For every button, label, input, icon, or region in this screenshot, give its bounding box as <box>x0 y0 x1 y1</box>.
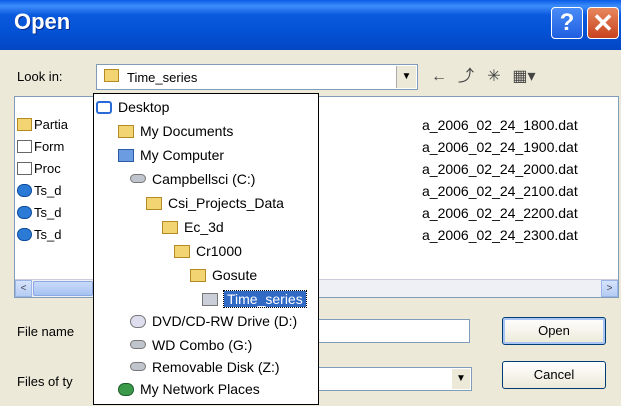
title-bar[interactable]: Open ? ✕ <box>0 0 621 50</box>
chevron-down-icon[interactable]: ▼ <box>452 369 470 389</box>
list-item[interactable]: Ts_d <box>17 181 61 201</box>
list-item[interactable]: Ts_d <box>17 225 61 245</box>
folder-icon <box>174 245 190 258</box>
folder-icon <box>202 293 218 306</box>
hard-drive-icon <box>130 340 146 349</box>
back-icon[interactable]: ← <box>428 66 450 88</box>
list-item[interactable]: Partia <box>17 115 68 135</box>
dropdown-item-csi-projects-data[interactable]: Csi_Projects_Data <box>146 192 284 214</box>
dropdown-item-gosute[interactable]: Gosute <box>190 264 257 286</box>
look-in-combo[interactable]: Time_series ▼ <box>96 64 418 90</box>
open-button[interactable]: Open <box>502 317 606 345</box>
open-dialog: Open ? ✕ Look in: Time_series ▼ ← ⤴ ✳ ▦▾… <box>0 0 621 406</box>
new-folder-icon[interactable]: ✳ <box>483 66 505 88</box>
folder-icon <box>17 118 32 131</box>
list-item[interactable]: a_2006_02_24_2300.dat <box>422 225 578 245</box>
dialog-title: Open <box>14 9 71 34</box>
list-item[interactable]: a_2006_02_24_2000.dat <box>422 159 578 179</box>
dropdown-item-my-documents[interactable]: My Documents <box>118 120 233 142</box>
dropdown-item-time-series[interactable]: Time_series <box>202 288 307 310</box>
chevron-down-icon[interactable]: ▼ <box>396 66 416 88</box>
look-in-label: Look in: <box>17 69 63 84</box>
dropdown-item-desktop[interactable]: Desktop <box>96 96 169 118</box>
list-item[interactable]: a_2006_02_24_2200.dat <box>422 203 578 223</box>
look-in-dropdown[interactable]: Desktop My Documents My Computer Campbel… <box>93 93 319 405</box>
dropdown-item-my-computer[interactable]: My Computer <box>118 144 224 166</box>
folder-icon <box>162 221 178 234</box>
file-type-combo[interactable]: ▼ <box>300 367 472 391</box>
scroll-left-button[interactable]: < <box>15 280 32 297</box>
dropdown-item-network-places[interactable]: My Network Places <box>118 378 260 400</box>
close-button[interactable]: ✕ <box>587 7 619 39</box>
file-name-input[interactable] <box>300 319 470 343</box>
cancel-button[interactable]: Cancel <box>502 361 606 389</box>
document-icon <box>17 140 32 153</box>
my-documents-icon <box>118 125 134 138</box>
file-name-label: File name <box>17 324 75 339</box>
removable-disk-icon <box>130 362 146 371</box>
app-icon <box>17 206 32 219</box>
dropdown-item-removable-disk[interactable]: Removable Disk (Z:) <box>130 356 280 378</box>
app-icon <box>17 184 32 197</box>
dropdown-item-dvd-drive[interactable]: DVD/CD-RW Drive (D:) <box>130 310 297 332</box>
dropdown-item-ec-3d[interactable]: Ec_3d <box>162 216 224 238</box>
dropdown-item-wd-combo[interactable]: WD Combo (G:) <box>130 334 252 356</box>
list-item[interactable]: Form <box>17 137 64 157</box>
network-places-icon <box>118 383 134 396</box>
list-item[interactable]: a_2006_02_24_1800.dat <box>422 115 578 135</box>
list-item[interactable]: a_2006_02_24_2100.dat <box>422 181 578 201</box>
my-computer-icon <box>118 149 134 162</box>
list-item[interactable]: Ts_d <box>17 203 61 223</box>
document-icon <box>17 162 32 175</box>
desktop-icon <box>96 101 112 114</box>
folder-icon <box>104 69 119 82</box>
hard-drive-icon <box>130 174 146 183</box>
folder-icon <box>190 269 206 282</box>
view-menu-icon[interactable]: ▦▾ <box>511 66 537 88</box>
folder-icon <box>146 197 162 210</box>
look-in-value: Time_series <box>127 70 198 85</box>
list-item[interactable]: Proc <box>17 159 61 179</box>
help-button[interactable]: ? <box>551 7 583 39</box>
app-icon <box>17 228 32 241</box>
file-type-label: Files of ty <box>17 374 73 389</box>
list-item[interactable]: a_2006_02_24_1900.dat <box>422 137 578 157</box>
dvd-drive-icon <box>130 315 146 328</box>
dropdown-item-campbellsci[interactable]: Campbellsci (C:) <box>130 168 255 190</box>
dropdown-item-cr1000[interactable]: Cr1000 <box>174 240 242 262</box>
scroll-right-button[interactable]: > <box>601 280 618 297</box>
scroll-thumb[interactable] <box>33 281 93 296</box>
up-folder-icon[interactable]: ⤴ <box>455 66 477 88</box>
